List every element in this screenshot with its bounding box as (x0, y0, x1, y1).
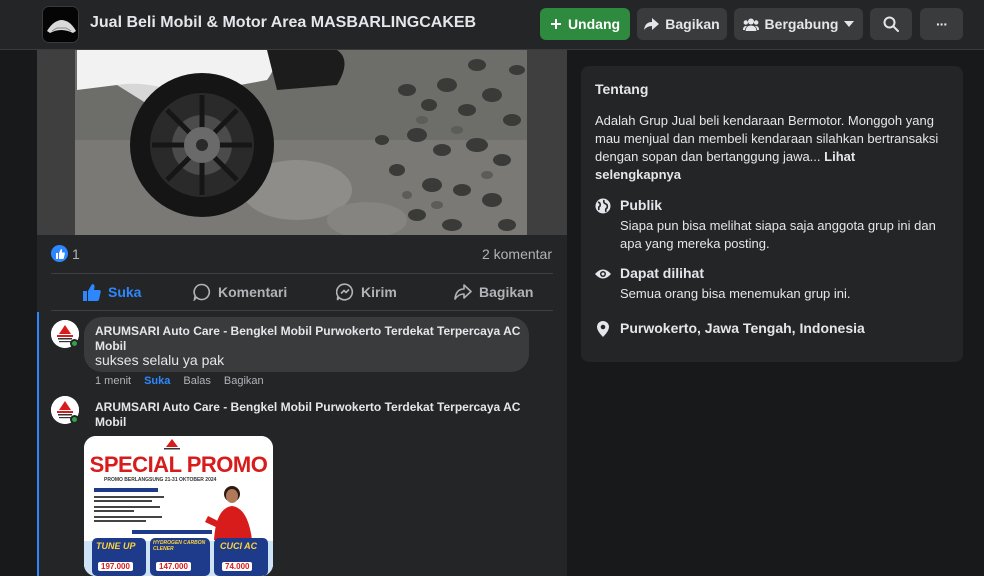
send-label: Kirim (361, 284, 397, 300)
privacy-subtitle: Siapa pun bisa melihat siapa saja anggot… (620, 218, 936, 251)
plus-icon (550, 19, 561, 29)
location-title[interactable]: Purwokerto, Jawa Tengah, Indonesia (620, 320, 865, 336)
comment-button[interactable]: Komentari (193, 274, 287, 310)
more-options-button[interactable]: ··· (920, 8, 963, 40)
like-button[interactable]: Suka (83, 274, 141, 310)
visibility-title: Dapat dilihat (620, 265, 705, 281)
eye-icon (594, 265, 612, 283)
about-description-text: Adalah Grup Jual beli kendaraan Bermotor… (595, 113, 939, 164)
comment-like-link[interactable]: Suka (144, 375, 170, 387)
join-group-button[interactable]: Bergabung (734, 8, 863, 40)
join-label: Bergabung (764, 16, 839, 32)
post-card: 1 2 komentar Suka Komentari Kirim Bagika… (37, 50, 567, 576)
comment-count[interactable]: 2 komentar (482, 246, 552, 262)
comment-thread-line (37, 312, 39, 576)
promo-tier-price: 197.000 (98, 562, 133, 571)
share-arrow-icon (454, 284, 472, 300)
comment-author[interactable]: ARUMSARI Auto Care - Bengkel Mobil Purwo… (95, 400, 520, 415)
send-button[interactable]: Kirim (336, 274, 397, 310)
more-dots-icon: ··· (936, 16, 948, 32)
promo-tier-cuciac: CUCI AC 74.000 (214, 538, 268, 576)
like-reaction-icon[interactable] (51, 245, 68, 262)
promo-tier-price: 147.000 (156, 562, 191, 571)
promo-title: SPECIAL PROMO (89, 452, 268, 477)
promo-tier-label: CUCI AC (220, 541, 258, 551)
caret-down-icon (844, 21, 855, 27)
post-action-bar: Suka Komentari Kirim Bagikan (51, 273, 553, 311)
post-photo[interactable] (37, 50, 567, 235)
promo-tier-tuneup: TUNE UP 197.000 (92, 538, 146, 576)
share-label: Bagikan (665, 16, 720, 32)
share-arrow-icon (644, 17, 660, 30)
comment-share-link[interactable]: Bagikan (224, 375, 264, 387)
comment-bubble-icon (193, 283, 211, 301)
comment-timestamp[interactable]: 1 menit (95, 375, 131, 387)
group-header: Jual Beli Mobil & Motor Area MASBARLINGC… (0, 0, 984, 50)
promo-tier-price: 74.000 (222, 562, 253, 571)
globe-icon (594, 197, 612, 215)
messenger-icon (336, 283, 354, 301)
share-post-button[interactable]: Bagikan (454, 274, 533, 310)
about-card: Tentang Adalah Grup Jual beli kendaraan … (581, 66, 963, 362)
share-group-button[interactable]: Bagikan (637, 8, 727, 40)
like-count[interactable]: 1 (72, 246, 80, 262)
about-title: Tentang (595, 81, 649, 97)
promo-tier-label: HYDROGEN CARBON CLENER (153, 540, 206, 552)
people-icon (742, 18, 759, 31)
comment-reply-link[interactable]: Balas (183, 375, 211, 387)
promo-tier-label: TUNE UP (96, 541, 136, 551)
group-avatar[interactable] (42, 6, 79, 43)
group-title[interactable]: Jual Beli Mobil & Motor Area MASBARLINGC… (90, 14, 476, 32)
comment-author-cont[interactable]: Mobil (95, 415, 126, 430)
invite-label: Undang (567, 16, 621, 32)
like-label: Suka (108, 284, 142, 300)
online-status-dot (70, 339, 79, 348)
promo-tier-hydrogen: HYDROGEN CARBON CLENER 147.000 (150, 538, 210, 576)
invite-button[interactable]: Undang (540, 8, 630, 40)
online-status-dot (70, 415, 79, 424)
visibility-subtitle: Semua orang bisa menemukan grup ini. (620, 286, 851, 301)
comment-meta: 1 menit Suka Balas Bagikan (95, 375, 264, 387)
search-icon (883, 16, 899, 32)
about-description: Adalah Grup Jual beli kendaraan Bermotor… (595, 112, 940, 184)
comment-author[interactable]: ARUMSARI Auto Care - Bengkel Mobil Purwo… (95, 324, 520, 339)
comment-label: Komentari (218, 284, 288, 300)
search-group-button[interactable] (870, 8, 912, 40)
location-pin-icon (594, 320, 612, 338)
share-post-label: Bagikan (479, 284, 534, 300)
comment-promo-image[interactable]: SPECIAL PROMO PROMO BERLANGSUNG 21-31 OK… (84, 436, 273, 576)
comment-bubble[interactable]: ARUMSARI Auto Care - Bengkel Mobil Purwo… (84, 317, 529, 372)
thumbs-up-icon (83, 283, 101, 301)
post-stats: 1 2 komentar (37, 235, 567, 273)
comment-text: sukses selalu ya pak (95, 352, 225, 368)
privacy-title: Publik (620, 197, 663, 213)
promo-subtitle: PROMO BERLANGSUNG 21-31 OKTOBER 2024 (104, 477, 217, 483)
